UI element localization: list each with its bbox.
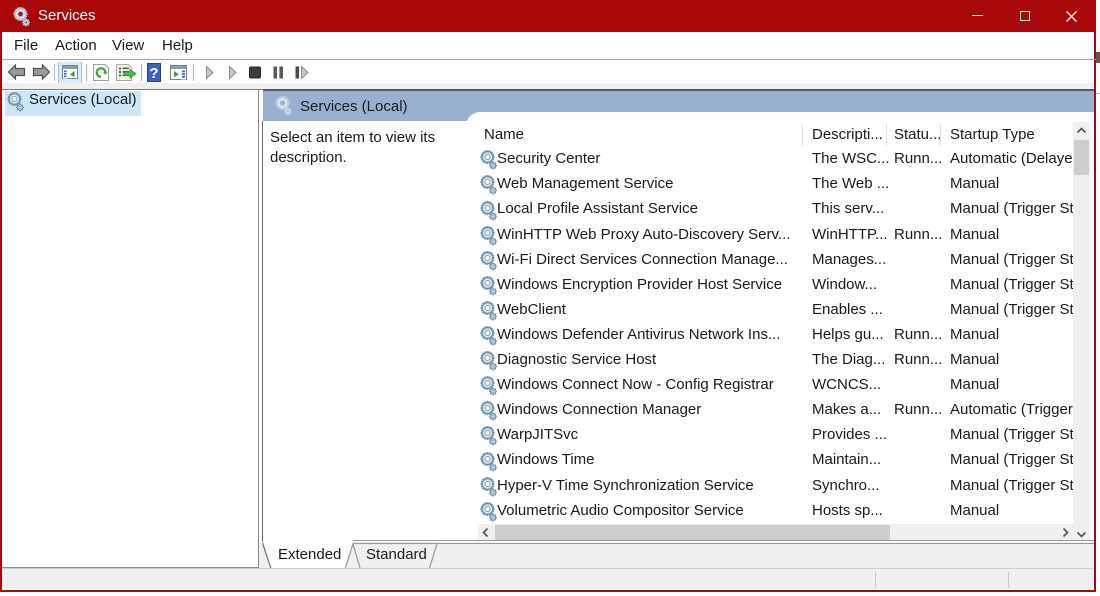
svg-text:?: ?	[149, 65, 158, 82]
